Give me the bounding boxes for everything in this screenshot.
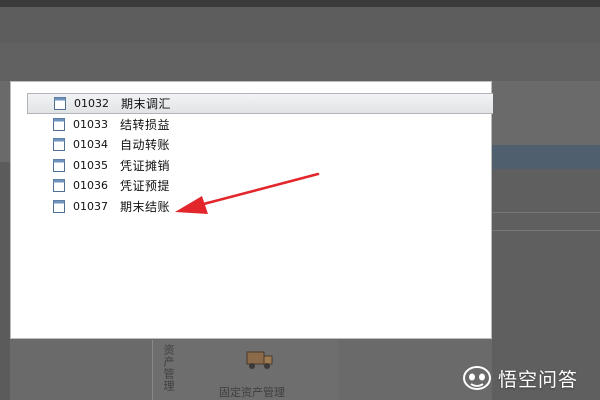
list-item[interactable]: 01034 自动转账 <box>27 135 493 156</box>
item-code: 01035 <box>73 158 108 172</box>
window-top-bar <box>0 0 600 7</box>
menu-list: 01032 期末调汇 01033 结转损益 01034 自动转账 01035 凭证摊销 0103… <box>27 93 493 217</box>
list-item[interactable]: 01035 凭证摊销 <box>27 155 493 176</box>
background-vertical-label: 资产管理 <box>162 344 175 392</box>
document-icon <box>53 138 65 152</box>
background-left-strip <box>0 162 10 400</box>
list-item[interactable]: 01036 凭证预提 <box>27 176 493 197</box>
background-header <box>0 43 600 81</box>
document-icon <box>54 97 66 110</box>
item-label: 期末结账 <box>120 199 171 214</box>
list-item[interactable]: 01032 期末调汇 <box>27 93 493 114</box>
background-tab-strip <box>492 145 600 169</box>
document-icon <box>53 179 65 193</box>
background-divider <box>492 212 600 213</box>
item-code: 01037 <box>73 199 108 213</box>
item-label: 期末调汇 <box>121 97 172 111</box>
watermark: 悟空问答 <box>462 364 578 392</box>
document-icon <box>53 158 65 172</box>
item-code: 01033 <box>73 117 108 131</box>
document-icon <box>53 117 65 131</box>
list-item[interactable]: 01037 期末结账 <box>27 196 493 217</box>
background-fixed-assets-widget[interactable]: 资产管理 固定资产管理 <box>152 340 339 400</box>
item-code: 01036 <box>73 179 108 193</box>
item-code: 01032 <box>74 97 109 110</box>
watermark-text: 悟空问答 <box>498 368 579 391</box>
list-item[interactable]: 01033 结转损益 <box>27 114 493 135</box>
item-label: 自动转账 <box>120 138 171 153</box>
background-toolbar <box>0 7 600 43</box>
background-divider <box>492 230 600 231</box>
background-widget-label: 固定资产管理 <box>219 386 285 399</box>
item-label: 凭证摊销 <box>120 158 171 173</box>
document-icon <box>53 199 65 213</box>
item-label: 凭证预提 <box>120 179 171 194</box>
item-code: 01034 <box>73 138 108 152</box>
item-label: 结转损益 <box>120 117 171 132</box>
wukong-logo-icon <box>463 366 491 390</box>
popup-list-panel: 01032 期末调汇 01033 结转损益 01034 自动转账 01035 凭证摊销 0103… <box>10 81 493 339</box>
truck-icon <box>246 351 273 369</box>
